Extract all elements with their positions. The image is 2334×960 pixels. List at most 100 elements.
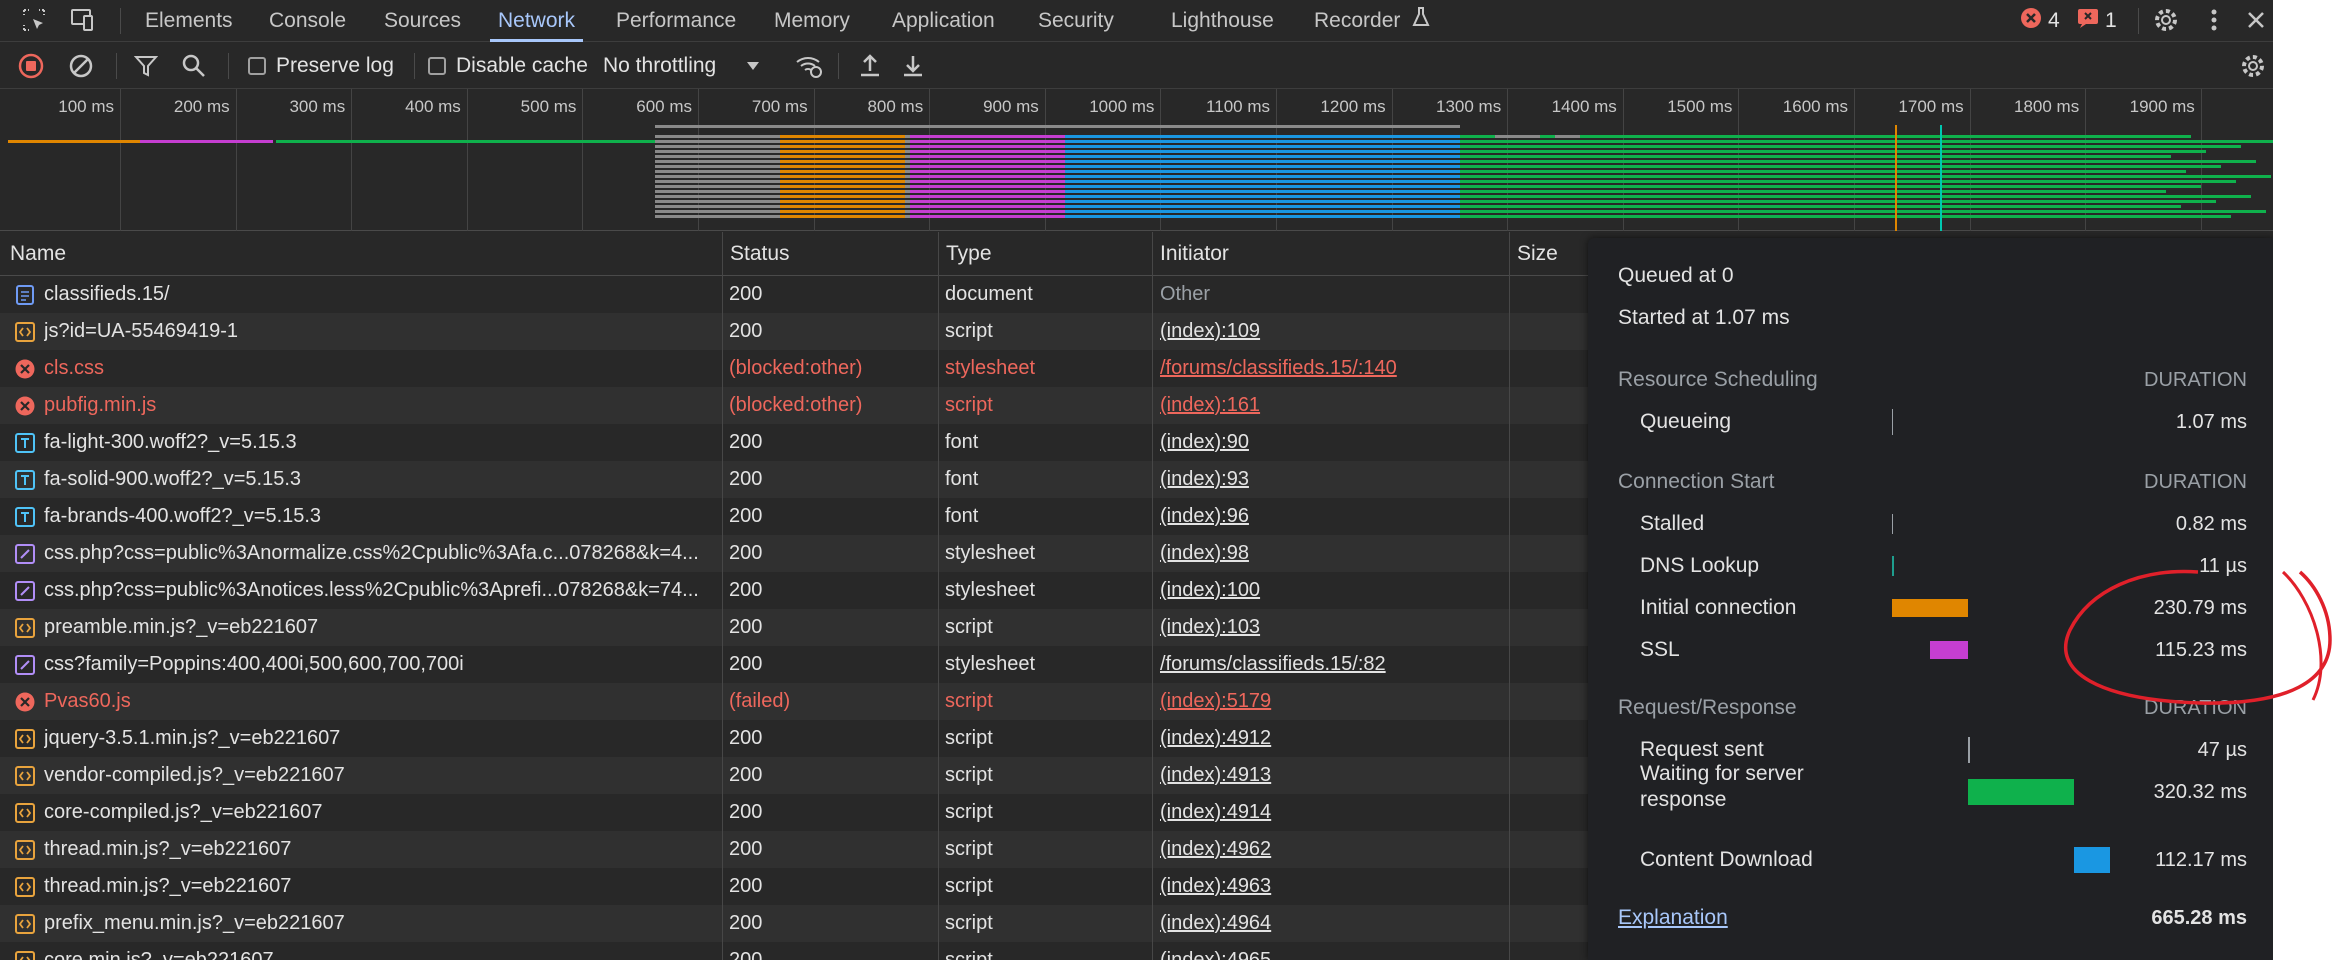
timing-breakdown-popover: Queued at 0 Started at 1.07 ms Resource … — [1588, 238, 2273, 960]
checkbox-box[interactable] — [248, 56, 266, 75]
search-icon[interactable] — [181, 42, 207, 89]
column-header-size[interactable]: Size — [1509, 232, 1558, 276]
request-status: 200 — [729, 542, 763, 564]
timing-phase-label: Content Download — [1640, 848, 1813, 871]
tab-memory[interactable]: Memory — [774, 0, 850, 42]
network-overview[interactable]: 100 ms 200 ms 300 ms 400 ms 500 ms 600 ms 700 … — [0, 89, 2273, 231]
overview-bar — [1460, 215, 2231, 218]
overview-bar — [1495, 135, 1540, 138]
overview-bar — [780, 205, 905, 208]
request-initiator[interactable]: (index):100 — [1160, 572, 1510, 609]
column-header-name[interactable]: Name — [2, 232, 66, 276]
request-name: core.min.js?_v=eb221607 — [44, 949, 274, 960]
request-name: classifieds.15/ — [44, 283, 170, 305]
request-initiator[interactable]: (index):4913 — [1160, 757, 1510, 794]
request-initiator[interactable]: (index):4964 — [1160, 905, 1510, 942]
font-icon — [15, 433, 35, 453]
tab-security[interactable]: Security — [1038, 0, 1114, 42]
stop-recording-icon[interactable] — [18, 42, 44, 89]
tab-console[interactable]: Console — [269, 0, 346, 42]
request-initiator[interactable]: (index):4962 — [1160, 831, 1510, 868]
timing-phase-bar — [1892, 514, 1893, 534]
checkbox-box[interactable] — [428, 56, 446, 75]
explanation-link[interactable]: Explanation — [1618, 906, 1728, 930]
import-har-icon[interactable] — [858, 42, 882, 89]
filter-icon[interactable] — [134, 42, 158, 89]
preserve-log-checkbox[interactable]: Preserve log — [248, 42, 394, 89]
request-initiator[interactable]: (index):96 — [1160, 498, 1510, 535]
throttling-select[interactable]: No throttling — [603, 42, 760, 89]
request-initiator[interactable]: (index):103 — [1160, 609, 1510, 646]
overview-bar — [910, 190, 1065, 193]
stylesheet-icon — [15, 544, 35, 564]
request-initiator[interactable]: (index):109 — [1160, 313, 1510, 350]
timing-section-title: Request/Response — [1618, 696, 1797, 719]
timing-phase-duration: 1.07 ms — [2175, 411, 2247, 433]
issue-icon — [2077, 8, 2099, 34]
timing-phase-duration: 230.79 ms — [2153, 597, 2247, 619]
red-annotation-circle — [2281, 570, 2323, 701]
tab-lighthouse[interactable]: Lighthouse — [1171, 0, 1274, 42]
request-type: script — [945, 320, 993, 342]
device-toolbar-icon[interactable] — [66, 4, 98, 36]
request-name: pubfig.min.js — [44, 394, 157, 416]
error-icon — [15, 692, 35, 712]
request-initiator[interactable]: (index):4965 — [1160, 942, 1510, 960]
disable-cache-checkbox[interactable]: Disable cache — [428, 42, 588, 89]
request-initiator[interactable]: (index):161 — [1160, 387, 1510, 424]
network-conditions-icon[interactable] — [794, 42, 824, 89]
inspect-element-icon[interactable] — [18, 4, 50, 36]
request-initiator[interactable]: (index):4963 — [1160, 868, 1510, 905]
request-initiator[interactable]: (index):4914 — [1160, 794, 1510, 831]
request-initiator[interactable]: (index):98 — [1160, 535, 1510, 572]
column-divider[interactable] — [1152, 232, 1153, 960]
request-type: script — [945, 801, 993, 823]
more-options-icon[interactable] — [2198, 4, 2230, 36]
overview-bar — [8, 140, 140, 143]
timing-phase-duration: 11 µs — [2199, 555, 2247, 577]
column-header-status[interactable]: Status — [722, 232, 790, 276]
export-har-icon[interactable] — [901, 42, 925, 89]
toolbar-divider — [414, 53, 415, 79]
request-initiator[interactable]: /forums/classifieds.15/:140 — [1160, 350, 1510, 387]
close-devtools-icon[interactable] — [2240, 4, 2272, 36]
timing-phase-duration: 112.17 ms — [2155, 849, 2247, 871]
request-initiator[interactable]: (index):4912 — [1160, 720, 1510, 757]
column-header-type[interactable]: Type — [938, 232, 992, 276]
column-divider[interactable] — [938, 232, 939, 960]
tab-network[interactable]: Network — [489, 0, 584, 42]
column-divider[interactable] — [1509, 232, 1510, 960]
timing-section-title: Connection Start — [1618, 470, 1775, 493]
error-count-badge[interactable]: 4 — [2020, 8, 2060, 33]
column-divider[interactable] — [722, 232, 723, 960]
overview-bar — [1065, 215, 1460, 218]
tab-application[interactable]: Application — [892, 0, 995, 42]
tab-performance[interactable]: Performance — [616, 0, 736, 42]
overview-bar — [1065, 200, 1460, 203]
timing-phase-bar — [1892, 556, 1894, 576]
overview-bar — [910, 140, 1065, 143]
overview-bar — [1460, 160, 2256, 163]
tab-sources[interactable]: Sources — [384, 0, 461, 42]
request-type: script — [945, 616, 993, 638]
overview-bar — [1065, 190, 1460, 193]
settings-gear-icon[interactable] — [2150, 4, 2182, 36]
request-initiator[interactable]: /forums/classifieds.15/:82 — [1160, 646, 1510, 683]
network-settings-gear-icon[interactable] — [2240, 42, 2266, 89]
request-initiator[interactable]: (index):93 — [1160, 461, 1510, 498]
overview-bar — [1940, 125, 1942, 231]
request-type: stylesheet — [945, 653, 1036, 675]
overview-bar — [1065, 175, 1460, 178]
column-header-initiator[interactable]: Initiator — [1152, 232, 1229, 276]
tab-recorder[interactable]: Recorder — [1314, 0, 1430, 42]
request-type: document — [945, 283, 1033, 305]
clear-icon[interactable] — [68, 42, 94, 89]
request-initiator[interactable]: (index):90 — [1160, 424, 1510, 461]
tab-elements[interactable]: Elements — [145, 0, 233, 42]
request-status: (failed) — [729, 690, 791, 712]
stylesheet-icon — [15, 655, 35, 675]
issues-count-badge[interactable]: 1 — [2077, 9, 2117, 33]
script-icon — [15, 840, 35, 860]
request-initiator[interactable]: (index):5179 — [1160, 683, 1510, 720]
request-name: fa-solid-900.woff2?_v=5.15.3 — [44, 468, 302, 490]
